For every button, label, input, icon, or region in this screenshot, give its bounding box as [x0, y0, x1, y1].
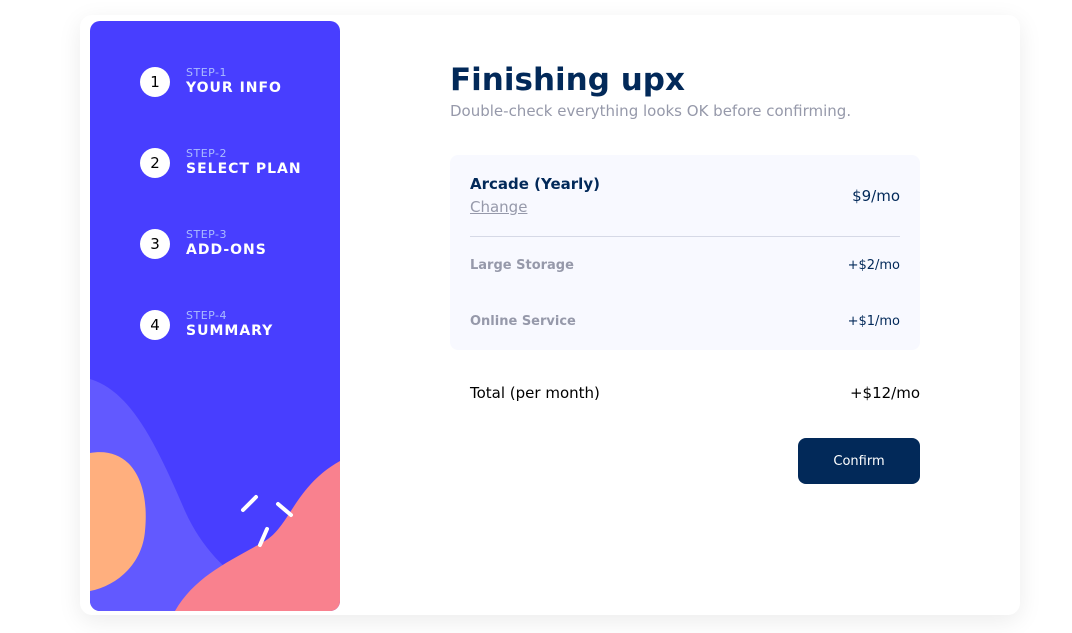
addon-price: +$1/mo	[847, 314, 900, 329]
step-label: STEP-3	[186, 228, 228, 241]
step-title: SELECT PLAN	[186, 161, 302, 177]
change-plan-link[interactable]: Change	[470, 198, 527, 216]
summary-box: Arcade (Yearly) Change $9/mo Large Stora…	[450, 155, 920, 350]
step-label: STEP-1	[186, 66, 228, 79]
addon-name: Large Storage	[470, 258, 574, 273]
divider	[470, 236, 900, 237]
plan-price: $9/mo	[852, 187, 900, 205]
sidebar-step-3[interactable]: 3 STEP-3 ADD-ONS	[140, 228, 267, 259]
step-number-badge: 3	[140, 228, 170, 259]
addon-name: Online Service	[470, 314, 576, 329]
page-subtitle: Double-check everything looks OK before …	[450, 102, 852, 120]
step-title: SUMMARY	[186, 323, 274, 339]
step-title: YOUR INFO	[186, 80, 282, 96]
confirm-button[interactable]: Confirm	[798, 438, 920, 484]
step-number-badge: 1	[140, 66, 170, 97]
sidebar: 1 STEP-1 YOUR INFO 2 STEP-2 SELECT PLAN …	[90, 21, 340, 611]
addon-price: +$2/mo	[847, 258, 900, 273]
sidebar-step-2[interactable]: 2 STEP-2 SELECT PLAN	[140, 147, 302, 178]
sidebar-step-4[interactable]: 4 STEP-4 SUMMARY	[140, 309, 273, 340]
sidebar-step-1[interactable]: 1 STEP-1 YOUR INFO	[140, 66, 282, 97]
total-price: +$12/mo	[849, 384, 920, 402]
step-number-badge: 4	[140, 309, 170, 340]
main-header: Finishing upx Double-check everything lo…	[450, 60, 920, 122]
step-label: STEP-4	[186, 309, 228, 322]
step-title: ADD-ONS	[186, 242, 267, 258]
plan-name: Arcade (Yearly)	[470, 175, 600, 193]
step-label: STEP-2	[186, 147, 228, 160]
step-number-badge: 2	[140, 147, 170, 178]
total-label: Total (per month)	[470, 384, 600, 402]
page-title: Finishing upx	[450, 62, 685, 98]
